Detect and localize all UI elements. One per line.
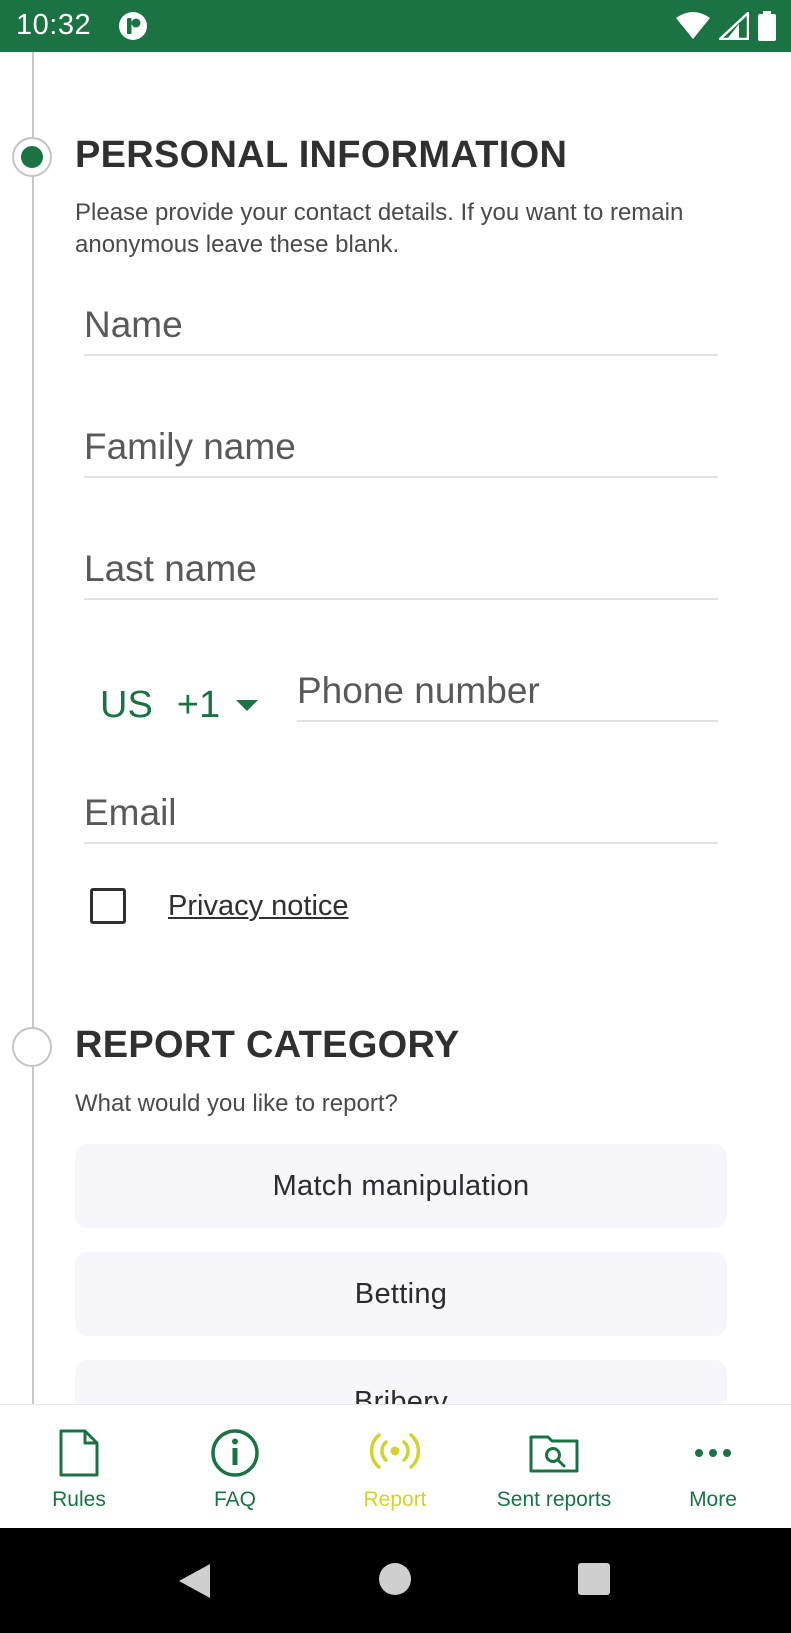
nav-label-faq: FAQ	[213, 1488, 256, 1511]
chevron-down-icon	[236, 699, 259, 711]
category-option-bribery[interactable]: Bribery	[75, 1360, 727, 1404]
folder-search-icon	[529, 1435, 579, 1473]
name-input[interactable]	[84, 296, 718, 354]
nav-label-sent-reports: Sent reports	[496, 1488, 612, 1511]
section-title-report-category: REPORT CATEGORY	[75, 1024, 460, 1066]
system-navigation-bar	[0, 1528, 791, 1633]
family-name-field[interactable]	[84, 418, 718, 478]
battery-icon	[758, 11, 776, 41]
back-icon[interactable]	[176, 1562, 212, 1600]
status-icons	[675, 10, 777, 42]
privacy-row: Privacy notice	[90, 888, 349, 924]
nav-item-report[interactable]: Report	[316, 1405, 474, 1529]
personal-info-description: Please provide your contact details. If …	[75, 199, 684, 258]
nav-label-report: Report	[363, 1488, 427, 1511]
recents-icon[interactable]	[577, 1562, 611, 1596]
category-option-match-manipulation[interactable]: Match manipulation	[75, 1144, 727, 1228]
wifi-icon	[676, 12, 710, 39]
category-option-betting[interactable]: Betting	[75, 1252, 727, 1336]
dial-code: +1	[176, 683, 221, 726]
home-icon[interactable]	[378, 1562, 412, 1596]
info-icon	[211, 1429, 259, 1477]
report-category-question: What would you like to report?	[75, 1090, 398, 1117]
nav-label-rules: Rules	[52, 1488, 106, 1511]
step-marker-report-category	[12, 1027, 52, 1067]
step-marker-personal-info	[12, 137, 52, 177]
family-name-input[interactable]	[84, 418, 718, 476]
last-name-input[interactable]	[84, 540, 718, 598]
signal-icon	[719, 12, 749, 40]
country-code-selector[interactable]: US +1	[100, 677, 259, 733]
name-field[interactable]	[84, 296, 718, 356]
report-form[interactable]: PERSONAL INFORMATION Please provide your…	[0, 52, 791, 1404]
nav-item-more[interactable]: More	[634, 1405, 791, 1529]
section-title-personal-info: PERSONAL INFORMATION	[75, 134, 568, 176]
privacy-notice-link[interactable]: Privacy notice	[168, 890, 349, 923]
more-dots-icon	[695, 1449, 731, 1457]
document-icon	[59, 1429, 99, 1477]
phone-field[interactable]	[297, 662, 718, 722]
phone-input[interactable]	[297, 662, 718, 720]
privacy-checkbox[interactable]	[90, 888, 126, 924]
email-input[interactable]	[84, 784, 718, 842]
nav-label-more: More	[689, 1488, 737, 1511]
app-notification-icon	[119, 12, 147, 40]
nav-item-sent-reports[interactable]: Sent reports	[475, 1405, 633, 1529]
status-time: 10:32	[16, 9, 92, 41]
bottom-navigation: Rules FAQ Report Sent reports More	[0, 1404, 791, 1528]
nav-item-faq[interactable]: FAQ	[156, 1405, 314, 1529]
timeline-line	[32, 52, 34, 1404]
status-bar: 10:32	[0, 0, 791, 52]
nav-item-rules[interactable]: Rules	[0, 1405, 158, 1529]
email-field[interactable]	[84, 784, 718, 844]
broadcast-icon	[369, 1433, 421, 1469]
country-code: US	[100, 683, 153, 726]
last-name-field[interactable]	[84, 540, 718, 600]
